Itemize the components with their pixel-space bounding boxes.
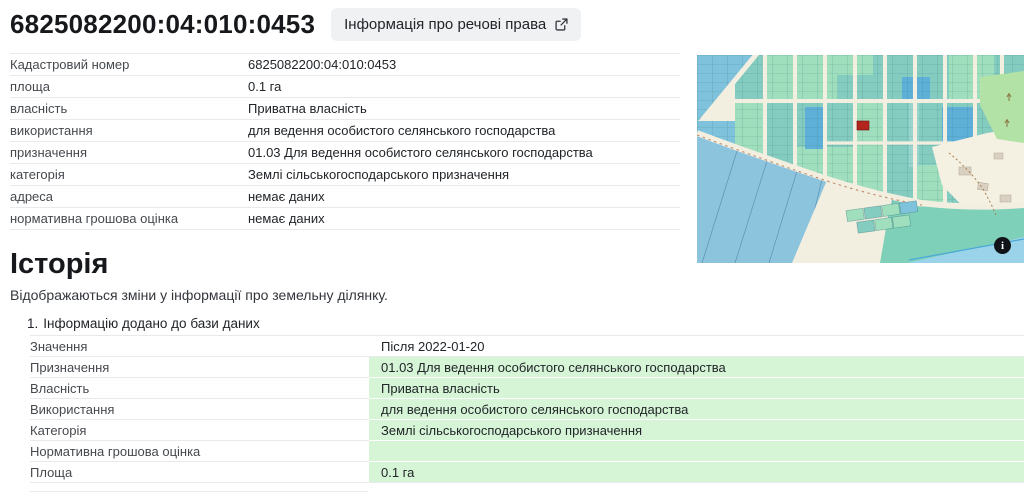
next-table-divider [30,491,368,492]
row-value: Землі сільськогосподарського призначення [369,420,1024,441]
row-label: Кадастровий номер [10,54,248,75]
row-value: для ведення особистого селянського госпо… [369,399,1024,420]
page-title: 6825082200:04:010:0453 [10,9,315,40]
table-row: Значення Після 2022-01-20 [30,336,1024,357]
row-label: Власність [30,378,369,399]
row-value: немає даних [248,208,680,229]
row-label: Використання [30,399,369,420]
property-rights-info-button[interactable]: Інформація про речові права [331,8,581,41]
row-value: 01.03 Для ведення особистого селянського… [248,142,680,163]
table-row: Кадастровий номер 6825082200:04:010:0453 [10,54,680,76]
property-rights-info-button-label: Інформація про речові права [344,16,546,33]
row-label: Нормативна грошова оцінка [30,441,369,462]
row-value: Приватна власність [369,378,1024,399]
history-item-number: 1. [27,316,38,331]
row-label: Значення [30,336,369,357]
cadastral-map-image [697,55,1024,263]
row-label: Площа [30,462,369,483]
row-label: нормативна грошова оцінка [10,208,248,229]
table-row: Нормативна грошова оцінка [30,441,1024,462]
row-label: призначення [10,142,248,163]
row-value: 01.03 Для ведення особистого селянського… [369,357,1024,378]
row-label: адреса [10,186,248,207]
table-row: Призначення 01.03 Для ведення особистого… [30,357,1024,378]
history-table: Значення Після 2022-01-20 Призначення 01… [30,335,1024,483]
table-row: власність Приватна власність [10,98,680,120]
table-row: призначення 01.03 Для ведення особистого… [10,142,680,164]
row-value: 6825082200:04:010:0453 [248,54,680,75]
history-section: Історія Відображаються зміни у інформаці… [10,248,1024,492]
parcel-info-table: Кадастровий номер 6825082200:04:010:0453… [10,53,680,230]
row-value: для ведення особистого селянського госпо… [248,120,680,141]
table-row: Використання для ведення особистого селя… [30,399,1024,420]
table-row: категорія Землі сільськогосподарського п… [10,164,680,186]
table-row: нормативна грошова оцінка немає даних [10,208,680,230]
table-row: використання для ведення особистого селя… [10,120,680,142]
row-value: Після 2022-01-20 [369,336,1024,357]
row-value: немає даних [248,186,680,207]
external-link-icon [555,18,568,31]
history-description: Відображаються зміни у інформації про зе… [10,287,1024,304]
row-label: категорія [10,164,248,185]
row-value: 0.1 га [248,76,680,97]
history-item-title: 1. Інформацію додано до бази даних [27,316,1024,331]
highlighted-parcel[interactable] [857,121,869,130]
cadastral-parcel-page: 6825082200:04:010:0453 Інформація про ре… [0,0,1024,502]
row-value: Приватна власність [248,98,680,119]
row-label: Призначення [30,357,369,378]
row-label: власність [10,98,248,119]
row-label: використання [10,120,248,141]
table-row: адреса немає даних [10,186,680,208]
history-item-label: Інформацію додано до бази даних [43,316,259,331]
map-attribution-info-icon[interactable]: i [994,237,1011,254]
table-row: Площа 0.1 га [30,462,1024,483]
row-value [369,441,1024,462]
row-label: Категорія [30,420,369,441]
table-row: Категорія Землі сільськогосподарського п… [30,420,1024,441]
page-header: 6825082200:04:010:0453 Інформація про ре… [0,0,1024,41]
table-row: площа 0.1 га [10,76,680,98]
row-label: площа [10,76,248,97]
row-value: 0.1 га [369,462,1024,483]
table-row: Власність Приватна власність [30,378,1024,399]
row-value: Землі сільськогосподарського призначення [248,164,680,185]
cadastral-map[interactable]: i [697,55,1024,263]
